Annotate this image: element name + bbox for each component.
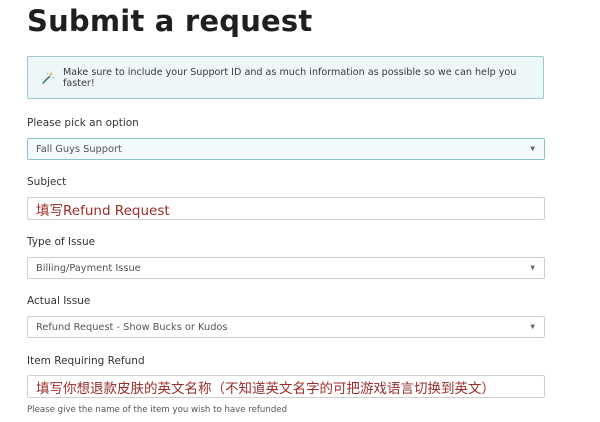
item-refund-input[interactable]: 填写你想退款皮肤的英文名称（不知道英文名字的可把游戏语言切换到英文）: [27, 375, 545, 398]
info-notice: Make sure to include your Support ID and…: [27, 56, 544, 99]
type-of-issue-value: Billing/Payment Issue: [36, 262, 141, 274]
item-refund-hint: Please give the name of the item you wis…: [27, 405, 288, 415]
type-of-issue-select[interactable]: Billing/Payment Issue ▼: [27, 257, 545, 279]
actual-issue-label: Actual Issue: [27, 295, 91, 307]
chevron-down-icon: ▼: [530, 264, 535, 272]
subject-input[interactable]: 填写Refund Request: [27, 197, 545, 220]
item-refund-input-value: 填写你想退款皮肤的英文名称（不知道英文名字的可把游戏语言切换到英文）: [36, 380, 495, 397]
magic-wand-icon: [41, 71, 55, 85]
actual-issue-value: Refund Request - Show Bucks or Kudos: [36, 321, 228, 333]
page-title: Submit a request: [27, 4, 313, 38]
type-of-issue-label: Type of Issue: [27, 236, 96, 248]
subject-label: Subject: [27, 176, 67, 188]
chevron-down-icon: ▼: [530, 145, 535, 153]
subject-input-value: 填写Refund Request: [36, 202, 170, 219]
option-select[interactable]: Fall Guys Support ▼: [27, 138, 545, 160]
chevron-down-icon: ▼: [530, 323, 535, 331]
option-label: Please pick an option: [27, 117, 139, 129]
item-refund-label: Item Requiring Refund: [27, 355, 145, 367]
notice-text: Make sure to include your Support ID and…: [63, 66, 517, 89]
actual-issue-select[interactable]: Refund Request - Show Bucks or Kudos ▼: [27, 316, 545, 338]
option-select-value: Fall Guys Support: [36, 143, 122, 155]
